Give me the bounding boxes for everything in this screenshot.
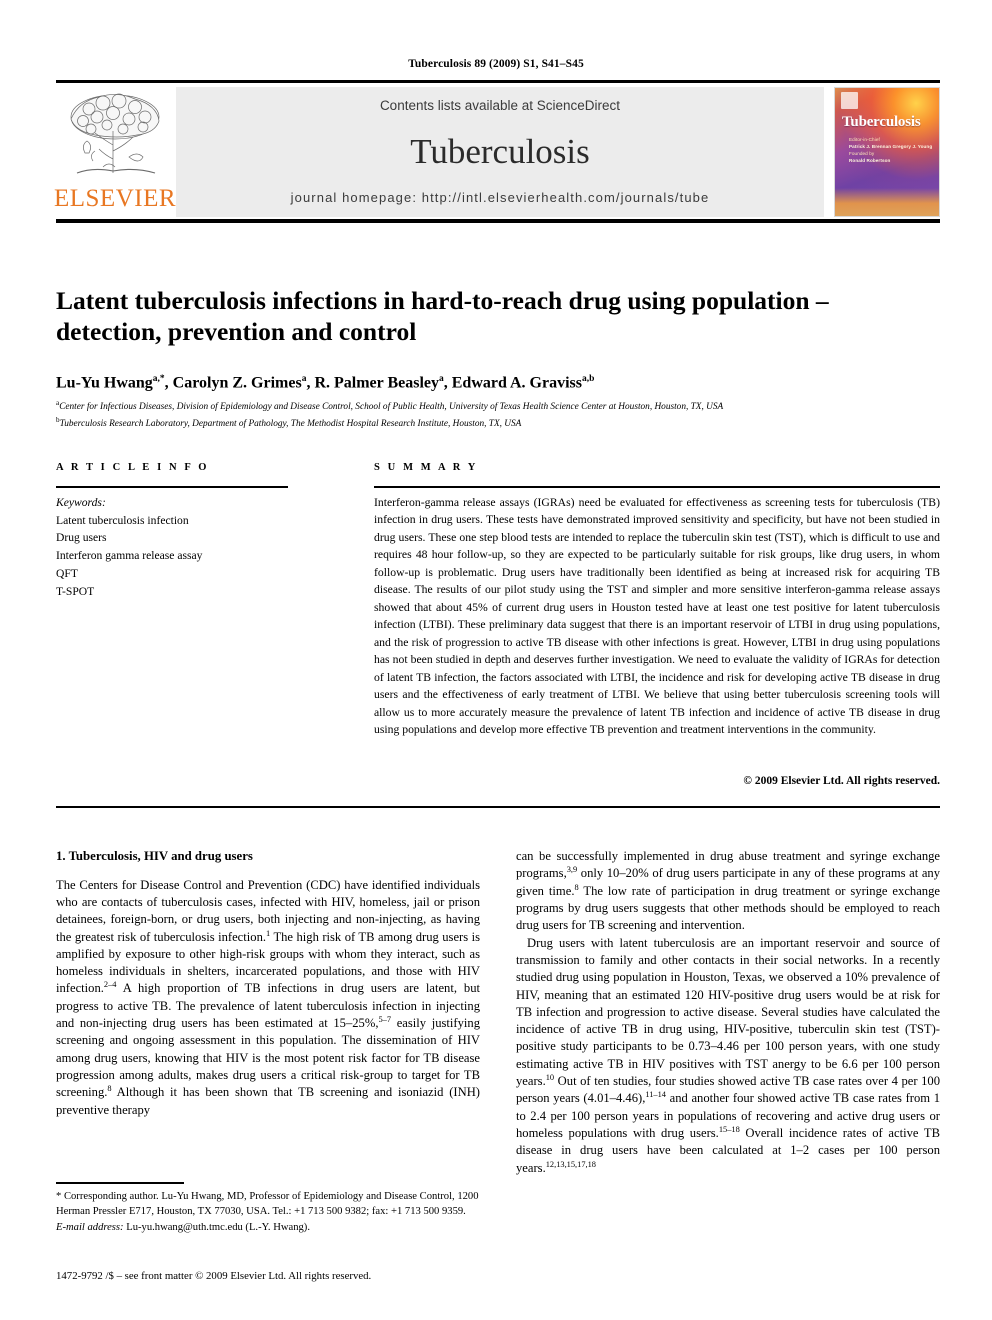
affiliation-text: Tuberculosis Research Laboratory, Depart… bbox=[59, 419, 522, 430]
abstract-text: Interferon-gamma release assays (IGRAs) … bbox=[374, 496, 940, 737]
cover-editors: Editor-in-Chief Patrick J. Brennan Grego… bbox=[849, 136, 932, 164]
affiliation-item: aCenter for Infectious Diseases, Divisio… bbox=[56, 398, 940, 415]
elsevier-logo: ELSEVIER bbox=[53, 87, 177, 217]
email-note: E-mail address: Lu-yu.hwang@uth.tmc.edu … bbox=[56, 1220, 480, 1235]
corresponding-author-note: * Corresponding author. Lu-Yu Hwang, MD,… bbox=[56, 1191, 479, 1218]
author-list: Lu-Yu Hwanga,*, Carolyn Z. Grimesa, R. P… bbox=[56, 374, 595, 392]
section-heading: 1. Tuberculosis, HIV and drug users bbox=[56, 849, 253, 863]
body-column-right: can be successfully implemented in drug … bbox=[516, 848, 940, 1177]
cover-editor-names: Patrick J. Brennan Gregory J. Young bbox=[849, 144, 933, 150]
keyword-item: Interferon gamma release assay bbox=[56, 549, 203, 563]
elsevier-wordmark: ELSEVIER bbox=[53, 185, 177, 212]
body-paragraph: The Centers for Disease Control and Prev… bbox=[56, 877, 481, 1117]
affiliation-list: aCenter for Infectious Diseases, Divisio… bbox=[56, 398, 940, 432]
article-first-page: Tuberculosis 89 (2009) S1, S41–S45 ELSEV… bbox=[0, 0, 992, 1320]
issn-line: 1472-9792 /$ – see front matter © 2009 E… bbox=[56, 1270, 372, 1282]
body-column-left: 1. Tuberculosis, HIV and drug users The … bbox=[56, 848, 480, 1119]
keywords-block: Keywords: Latent tuberculosis infection … bbox=[56, 494, 336, 600]
keywords-label: Keywords: bbox=[56, 496, 106, 509]
masthead-bottom-rule bbox=[56, 219, 940, 223]
article-info-heading: A R T I C L E I N F O bbox=[56, 462, 210, 473]
cover-artwork-bottom bbox=[835, 187, 939, 216]
cover-founding-name: Ronald Robertson bbox=[849, 158, 891, 164]
journal-title: Tuberculosis bbox=[410, 132, 590, 171]
email-label: E-mail address: bbox=[56, 1221, 124, 1233]
journal-homepage-link[interactable]: journal homepage: http://intl.elsevierhe… bbox=[291, 190, 710, 205]
page-title: Latent tuberculosis infections in hard-t… bbox=[56, 286, 829, 347]
keyword-item: Drug users bbox=[56, 531, 107, 545]
keyword-item: Latent tuberculosis infection bbox=[56, 513, 189, 527]
abstract-bottom-rule bbox=[56, 806, 940, 808]
running-head: Tuberculosis 89 (2009) S1, S41–S45 bbox=[408, 58, 584, 70]
keyword-item: QFT bbox=[56, 566, 78, 580]
affiliation-item: bTuberculosis Research Laboratory, Depar… bbox=[56, 415, 940, 432]
body-paragraph: Drug users with latent tuberculosis are … bbox=[516, 935, 940, 1175]
cover-editor-label: Editor-in-Chief bbox=[849, 137, 880, 142]
cover-title: Tuberculosis bbox=[842, 114, 921, 130]
cover-founding-label: Founded by bbox=[849, 151, 875, 157]
footnote-rule bbox=[56, 1182, 184, 1184]
copyright-line: © 2009 Elsevier Ltd. All rights reserved… bbox=[743, 775, 940, 787]
email-value[interactable]: Lu-yu.hwang@uth.tmc.edu (L.-Y. Hwang). bbox=[126, 1222, 310, 1233]
summary-heading: S U M M A R Y bbox=[374, 462, 478, 473]
contents-available-text: Contents lists available at ScienceDirec… bbox=[379, 98, 621, 113]
body-paragraph: can be successfully implemented in drug … bbox=[516, 849, 940, 933]
sciencedirect-band: Contents lists available at ScienceDirec… bbox=[176, 87, 824, 217]
affiliation-text: Center for Infectious Diseases, Division… bbox=[59, 402, 724, 413]
article-info-rule bbox=[56, 486, 288, 488]
summary-rule bbox=[374, 486, 940, 488]
cover-elsevier-mark-icon bbox=[841, 92, 858, 109]
elsevier-tree-icon bbox=[70, 93, 160, 174]
journal-cover-thumbnail: Tuberculosis Editor-in-Chief Patrick J. … bbox=[834, 87, 940, 217]
journal-masthead: ELSEVIER Contents lists available at Sci… bbox=[53, 80, 940, 219]
keyword-item: T-SPOT bbox=[56, 584, 95, 598]
footnote-block: * Corresponding author. Lu-Yu Hwang, MD,… bbox=[56, 1189, 480, 1235]
